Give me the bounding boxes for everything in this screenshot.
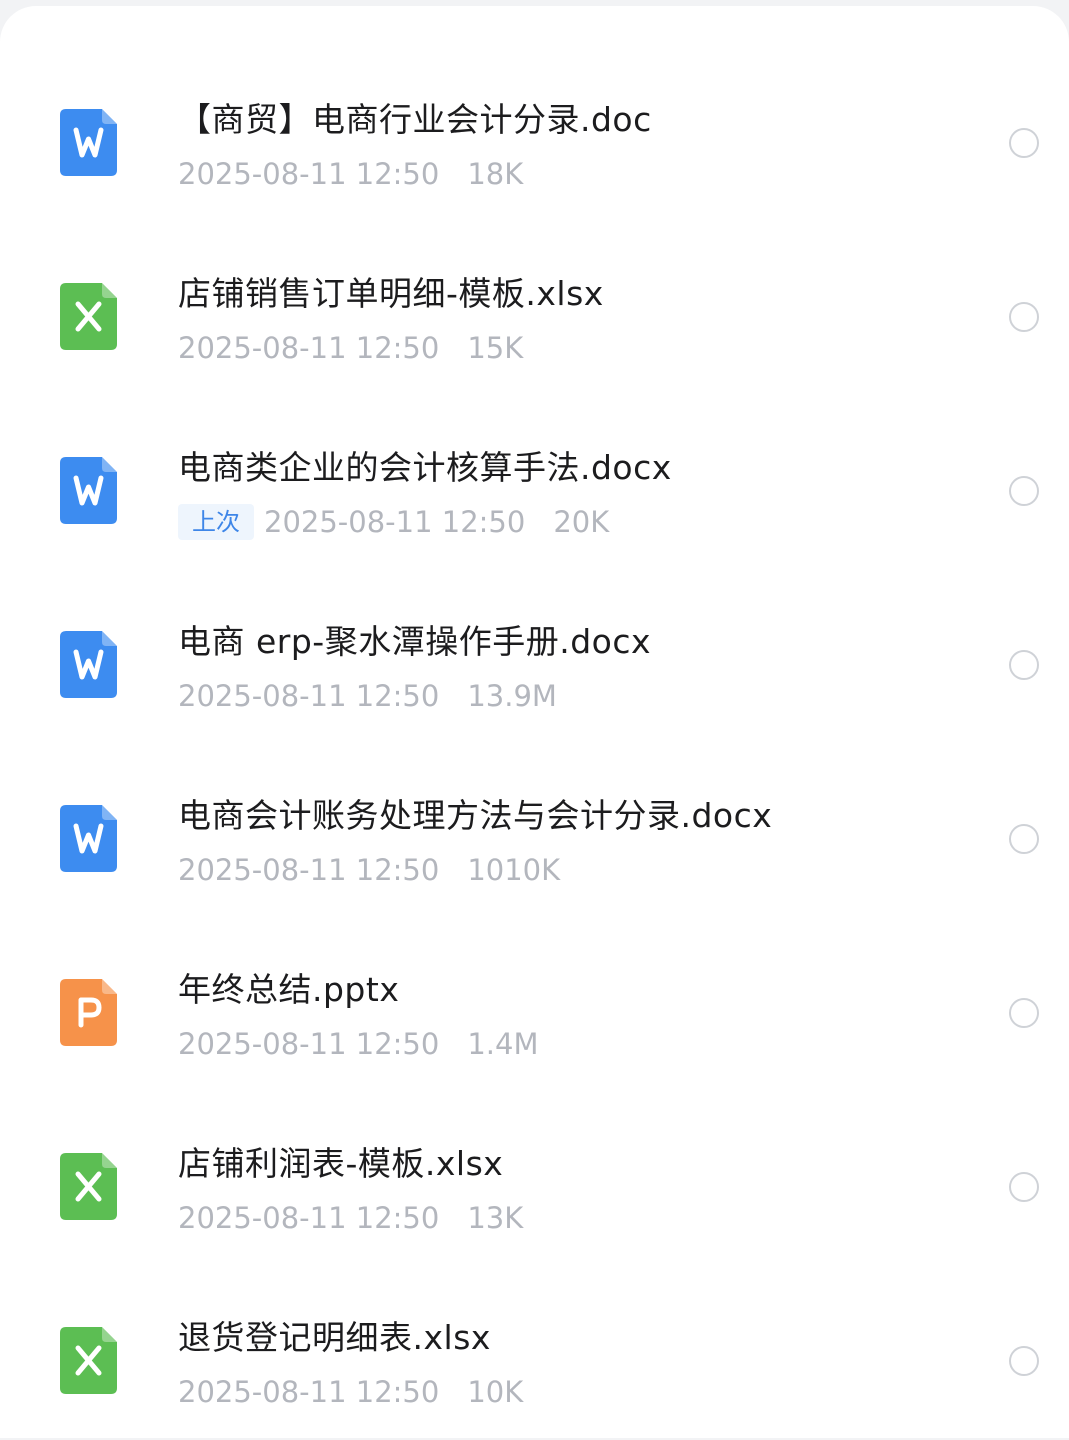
file-row[interactable]: 年终总结.pptx 2025-08-11 12:50 1.4M [0,918,1069,1092]
word-file-icon [60,805,117,872]
word-file-icon [60,457,117,524]
file-date: 2025-08-11 12:50 [178,1201,440,1235]
file-date: 2025-08-11 12:50 [178,679,440,713]
file-date: 2025-08-11 12:50 [178,1027,440,1061]
excel-file-icon [60,1153,117,1220]
excel-file-icon [60,1327,117,1394]
file-size: 13K [467,1201,524,1235]
powerpoint-file-icon [60,979,117,1046]
file-size: 1010K [467,853,561,887]
file-meta: 2025-08-11 12:50 13K [178,1198,523,1238]
file-date: 2025-08-11 12:50 [178,1375,440,1409]
file-meta: 2025-08-11 12:50 1.4M [178,1024,538,1064]
file-date: 2025-08-11 12:50 [264,505,526,539]
file-meta: 2025-08-11 12:50 10K [178,1372,523,1412]
select-radio[interactable] [1009,302,1039,332]
select-radio[interactable] [1009,128,1039,158]
select-radio[interactable] [1009,650,1039,680]
file-date: 2025-08-11 12:50 [178,331,440,365]
select-radio[interactable] [1009,824,1039,854]
file-size: 1.4M [467,1027,539,1061]
file-meta: 2025-08-11 12:50 1010K [178,850,560,890]
file-size: 13.9M [467,679,557,713]
file-meta: 上次 2025-08-11 12:50 20K [178,502,609,542]
file-meta: 2025-08-11 12:50 15K [178,328,523,368]
file-size: 15K [467,331,524,365]
file-name: 店铺销售订单明细-模板.xlsx [178,274,604,313]
word-file-icon [60,109,117,176]
file-name: 电商类企业的会计核算手法.docx [178,448,672,487]
file-date: 2025-08-11 12:50 [178,157,440,191]
file-row[interactable]: 店铺利润表-模板.xlsx 2025-08-11 12:50 13K [0,1092,1069,1266]
file-name: 年终总结.pptx [178,970,400,1009]
file-row[interactable]: 电商类企业的会计核算手法.docx 上次 2025-08-11 12:50 20K [0,396,1069,570]
file-list-panel: 【商贸】电商行业会计分录.doc 2025-08-11 12:50 18K 店铺销售订… [0,6,1069,1438]
select-radio[interactable] [1009,998,1039,1028]
file-row[interactable]: 【商贸】电商行业会计分录.doc 2025-08-11 12:50 18K [0,48,1069,222]
select-radio[interactable] [1009,1172,1039,1202]
select-radio[interactable] [1009,1346,1039,1376]
file-size: 18K [467,157,524,191]
file-row[interactable]: 电商会计账务处理方法与会计分录.docx 2025-08-11 12:50 1010… [0,744,1069,918]
file-name: 退货登记明细表.xlsx [178,1318,491,1357]
file-meta: 2025-08-11 12:50 13.9M [178,676,557,716]
file-meta: 2025-08-11 12:50 18K [178,154,523,194]
file-name: 店铺利润表-模板.xlsx [178,1144,504,1183]
last-opened-badge: 上次 [178,504,254,540]
select-radio[interactable] [1009,476,1039,506]
word-file-icon [60,631,117,698]
file-name: 【商贸】电商行业会计分录.doc [178,100,652,139]
file-name: 电商会计账务处理方法与会计分录.docx [178,796,773,835]
file-date: 2025-08-11 12:50 [178,853,440,887]
file-row[interactable]: 退货登记明细表.xlsx 2025-08-11 12:50 10K [0,1266,1069,1440]
file-row[interactable]: 店铺销售订单明细-模板.xlsx 2025-08-11 12:50 15K [0,222,1069,396]
file-size: 20K [553,505,610,539]
file-name: 电商 erp-聚水潭操作手册.docx [178,622,652,661]
file-size: 10K [467,1375,524,1409]
file-list: 【商贸】电商行业会计分录.doc 2025-08-11 12:50 18K 店铺销售订… [0,48,1069,1440]
file-row[interactable]: 电商 erp-聚水潭操作手册.docx 2025-08-11 12:50 13.9M [0,570,1069,744]
excel-file-icon [60,283,117,350]
